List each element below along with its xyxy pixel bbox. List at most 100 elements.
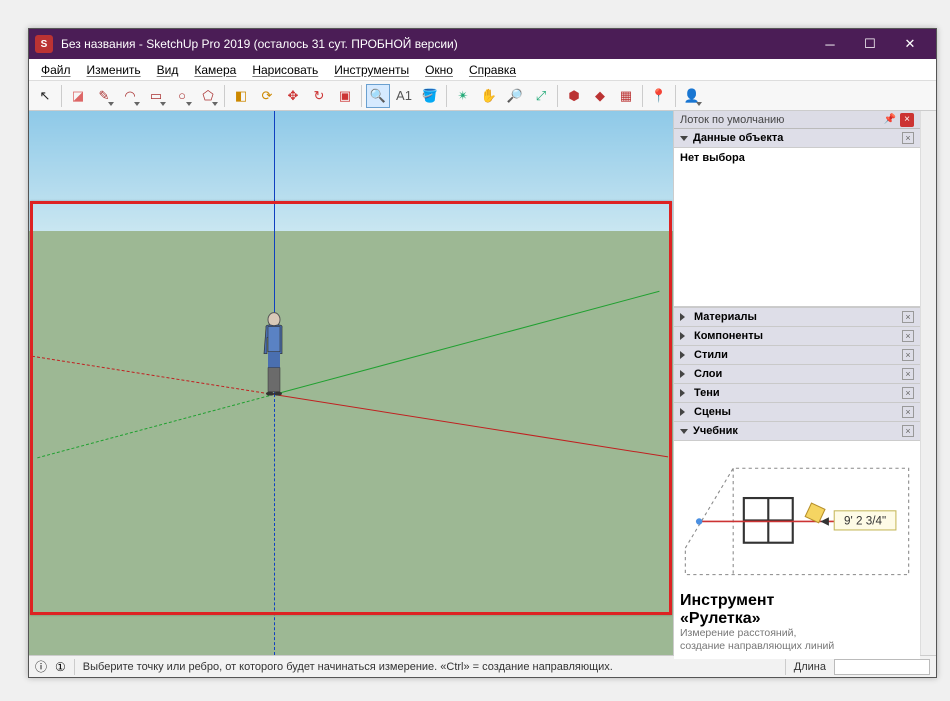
rect-tool[interactable]: ▭ [144, 84, 168, 108]
toolbar-separator [675, 85, 676, 107]
toolbar-separator [446, 85, 447, 107]
tray-section-label: Учебник [693, 425, 902, 437]
measure-label: Длина [794, 661, 826, 673]
minimize-button[interactable]: ─ [810, 29, 850, 59]
menu-вид[interactable]: Вид [149, 61, 187, 79]
viewport[interactable] [29, 111, 673, 655]
section-close-icon[interactable]: × [902, 406, 914, 418]
menu-справка[interactable]: Справка [461, 61, 524, 79]
tray-title: Лоток по умолчанию [680, 114, 784, 126]
text-tool[interactable]: A1 [392, 84, 416, 108]
menu-окно[interactable]: Окно [417, 61, 461, 79]
entity-info-text: Нет выбора [680, 152, 914, 164]
poly-tool[interactable]: ⬠ [196, 84, 220, 108]
arc-tool[interactable]: ◠ [118, 84, 142, 108]
tray-section-2: Компоненты× [674, 327, 920, 346]
titlebar: S Без названия - SketchUp Pro 2019 (оста… [29, 29, 936, 59]
eraser-tool[interactable]: ◪ [66, 84, 90, 108]
orbit-tool[interactable]: ✴ [451, 84, 475, 108]
tray-section-head[interactable]: Тени× [674, 384, 920, 402]
menubar: ФайлИзменитьВидКамераНарисоватьИнструмен… [29, 59, 936, 81]
menu-камера[interactable]: Камера [186, 61, 244, 79]
tray-section-5: Тени× [674, 384, 920, 403]
instructor-illustration: 9' 2 3/4" [680, 447, 914, 585]
offset-tool[interactable]: ⟳ [255, 84, 279, 108]
zoom-extents-tool[interactable]: ⤢ [529, 84, 553, 108]
menu-инструменты[interactable]: Инструменты [326, 61, 417, 79]
axis-blue-neg [274, 394, 275, 655]
pushpull-tool[interactable]: ◧ [229, 84, 253, 108]
tray-section-head[interactable]: Стили× [674, 346, 920, 364]
scale-tool[interactable]: ▣ [333, 84, 357, 108]
tray-section-6: Сцены× [674, 403, 920, 422]
svg-text:9' 2 3/4": 9' 2 3/4" [844, 515, 886, 528]
tray-section-1: Материалы× [674, 308, 920, 327]
toolbar-separator [557, 85, 558, 107]
chevron-icon [680, 370, 689, 378]
toolbar-separator [61, 85, 62, 107]
section-close-icon[interactable]: × [902, 425, 914, 437]
tray-section-label: Тени [694, 387, 902, 399]
paint-tool[interactable]: 🪣 [418, 84, 442, 108]
section-close-icon[interactable]: × [902, 368, 914, 380]
toolbar-separator [642, 85, 643, 107]
menu-файл[interactable]: Файл [33, 61, 79, 79]
tray-section-4: Слои× [674, 365, 920, 384]
scale-figure [259, 312, 289, 396]
tray-pin-icon[interactable]: 📌 [883, 113, 897, 127]
addloc-icon[interactable]: 📍 [647, 84, 671, 108]
menu-изменить[interactable]: Изменить [79, 61, 149, 79]
signin-icon[interactable]: 👤 [680, 84, 704, 108]
tray-section-head[interactable]: Данные объекта× [674, 129, 920, 147]
zoom-tool[interactable]: 🔎 [503, 84, 527, 108]
toolbar: ↖ ◪✎◠▭○⬠ ◧⟳✥↻▣ 🔍A1🪣 ✴✋🔎⤢ ⬢◆▦ 📍 👤 [29, 81, 936, 111]
tray-section-head[interactable]: Слои× [674, 365, 920, 383]
layout-icon[interactable]: ▦ [614, 84, 638, 108]
instructor-title: Инструмент«Рулетка» [680, 592, 914, 627]
pan-tool[interactable]: ✋ [477, 84, 501, 108]
toolbar-separator [224, 85, 225, 107]
tray-section-7: Учебник× 9' 2 3/4" Инструмент«Рулетка»Изме… [674, 422, 920, 660]
tray-section-label: Материалы [694, 311, 902, 323]
tray-section-head[interactable]: Компоненты× [674, 327, 920, 345]
help-icon[interactable]: ⓘ [35, 658, 47, 675]
section-close-icon[interactable]: × [902, 311, 914, 323]
tray-section-label: Компоненты [694, 330, 902, 342]
chevron-icon [680, 408, 689, 416]
section-close-icon[interactable]: × [902, 132, 914, 144]
tray-section-0: Данные объекта× Нет выбора [674, 129, 920, 308]
tray-section-head[interactable]: Материалы× [674, 308, 920, 326]
3dwarehouse-icon[interactable]: ⬢ [562, 84, 586, 108]
info-icon[interactable]: ① [55, 660, 66, 674]
rotate-tool[interactable]: ↻ [307, 84, 331, 108]
circle-tool[interactable]: ○ [170, 84, 194, 108]
instructor-subtitle: Измерение расстояний,создание направляющ… [680, 627, 914, 652]
app-window: S Без названия - SketchUp Pro 2019 (оста… [28, 28, 937, 678]
tray-section-label: Данные объекта [693, 132, 902, 144]
tray-section-3: Стили× [674, 346, 920, 365]
close-button[interactable]: ✕ [890, 29, 930, 59]
section-close-icon[interactable]: × [902, 387, 914, 399]
tape-tool[interactable]: 🔍 [366, 84, 390, 108]
toolbar-separator [361, 85, 362, 107]
move-tool[interactable]: ✥ [281, 84, 305, 108]
tray-section-label: Стили [694, 349, 902, 361]
viewport-wrap [29, 111, 674, 655]
measure-input[interactable] [834, 659, 930, 675]
vertical-scrollbar[interactable] [920, 111, 936, 655]
pencil-tool[interactable]: ✎ [92, 84, 116, 108]
tray-section-head[interactable]: Учебник× [674, 422, 920, 440]
extwarehouse-icon[interactable]: ◆ [588, 84, 612, 108]
window-title: Без названия - SketchUp Pro 2019 (остало… [61, 37, 810, 51]
tray-close-icon[interactable]: × [900, 113, 914, 127]
tray-sections: Данные объекта×Нет выбораМатериалы×Компо… [674, 129, 920, 655]
menu-нарисовать[interactable]: Нарисовать [244, 61, 326, 79]
chevron-icon [680, 351, 689, 359]
section-close-icon[interactable]: × [902, 349, 914, 361]
tray-section-label: Сцены [694, 406, 902, 418]
maximize-button[interactable]: ☐ [850, 29, 890, 59]
chevron-icon [680, 332, 689, 340]
section-close-icon[interactable]: × [902, 330, 914, 342]
tray-section-head[interactable]: Сцены× [674, 403, 920, 421]
select-tool[interactable]: ↖ [33, 84, 57, 108]
